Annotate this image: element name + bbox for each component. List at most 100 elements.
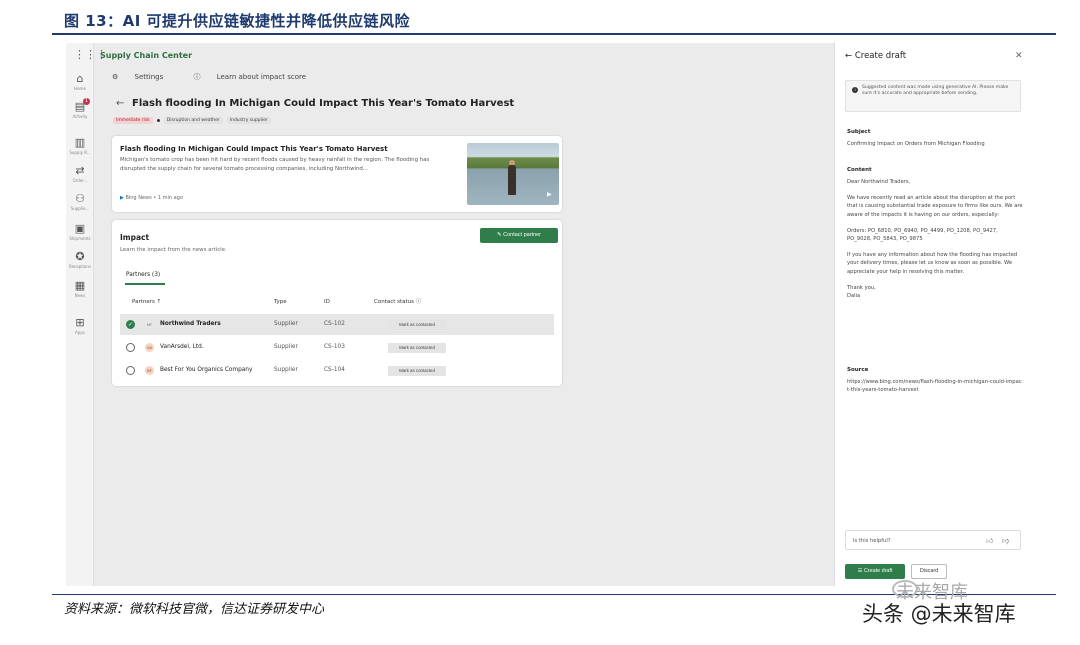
figure-title: 图 13：AI 可提升供应链敏捷性并降低供应链风险 bbox=[64, 12, 411, 30]
table-row[interactable]: BF Best For You Organics Company Supplie… bbox=[120, 360, 554, 381]
watermark: 头条 @未来智库 bbox=[862, 602, 1016, 626]
col-contact-status[interactable]: Contact status ⓘ bbox=[374, 297, 421, 307]
settings-row: ⚙ Settings ⓘ Learn about impact score bbox=[112, 72, 334, 82]
source-url[interactable]: https://www.bing.com/news/flash-flooding… bbox=[847, 378, 1023, 394]
col-partners[interactable]: Partners ↑ bbox=[132, 297, 161, 307]
news-card[interactable]: Flash flooding In Michigan Could Impact … bbox=[112, 136, 562, 212]
impact-subtitle: Learn the impact from the news article. bbox=[120, 247, 227, 253]
avatar: BF bbox=[145, 366, 154, 375]
partner-type: Supplier bbox=[274, 321, 298, 327]
subject-value[interactable]: Confirming Impact on Orders from Michiga… bbox=[847, 140, 1023, 148]
rail-item-suppliers[interactable]: ⚇ Supplie... bbox=[66, 192, 94, 212]
app-title: Supply Chain Center bbox=[100, 51, 193, 60]
app-screenshot: ⋮⋮⋮ ⌂ Home ▤ 1 Activity ▥ Supply R... ⇄ … bbox=[66, 43, 1036, 586]
supplier-icon: ⚇ bbox=[75, 192, 85, 205]
source-label: Source bbox=[847, 367, 869, 373]
contact-partner-button[interactable]: ✎ Contact partner bbox=[480, 228, 558, 243]
table-row[interactable]: VA VanArsdel, Ltd. Supplier CS-103 Mark … bbox=[120, 337, 554, 358]
ai-disclaimer: i Suggested content was made using gener… bbox=[845, 80, 1021, 112]
feedback-box: Is this helpful? 👍︎ 👎︎ bbox=[845, 530, 1021, 550]
avatar: NT bbox=[145, 320, 154, 329]
partner-name: VanArsdel, Ltd. bbox=[160, 344, 204, 350]
home-icon: ⌂ bbox=[76, 72, 84, 85]
app-bar: Supply Chain Center bbox=[94, 43, 834, 67]
partner-id: CS-102 bbox=[324, 321, 345, 327]
nav-rail: ⋮⋮⋮ ⌂ Home ▤ 1 Activity ▥ Supply R... ⇄ … bbox=[66, 43, 107, 586]
signature: Dalia bbox=[847, 293, 861, 300]
impact-title: Impact bbox=[120, 233, 150, 242]
content-paragraph: If you have any information about how th… bbox=[847, 252, 1018, 275]
mark-contacted-button[interactable]: Mark as contacted bbox=[388, 320, 446, 330]
helpful-prompt: Is this helpful? bbox=[853, 538, 891, 544]
activity-badge: 1 bbox=[83, 98, 90, 105]
discard-button[interactable]: Discard bbox=[911, 564, 947, 579]
mark-contacted-button[interactable]: Mark as contacted bbox=[388, 366, 446, 376]
create-draft-button[interactable]: ☰ Create draft bbox=[845, 564, 905, 579]
content-body[interactable]: Dear Northwind Traders, We have recently… bbox=[847, 178, 1023, 308]
col-type[interactable]: Type bbox=[274, 297, 287, 307]
report-page: 图 13：AI 可提升供应链敏捷性并降低供应链风险 ⋮⋮⋮ ⌂ Home ▤ 1… bbox=[0, 0, 1080, 645]
tag-separator bbox=[156, 119, 160, 122]
impact-score-link[interactable]: ⓘ Learn about impact score bbox=[193, 73, 320, 81]
news-thumbnail[interactable]: ▶ bbox=[467, 143, 559, 205]
news-icon: ▦ bbox=[74, 279, 86, 292]
avatar: VA bbox=[145, 343, 154, 352]
rail-item-apps[interactable]: ⊞ Apps bbox=[66, 316, 94, 336]
top-rule bbox=[52, 33, 1056, 35]
apps-icon: ⊞ bbox=[75, 316, 85, 329]
orders-list: Orders: PO_6810, PO_6940, PO_4499, PO_12… bbox=[847, 227, 998, 243]
reception-icon: ✪ bbox=[75, 250, 85, 263]
rail-item-news[interactable]: ▦ News bbox=[66, 279, 94, 299]
partner-name: Northwind Traders bbox=[160, 321, 221, 327]
panel-header: ← Create draft bbox=[845, 51, 907, 61]
partner-id: CS-103 bbox=[324, 344, 345, 350]
row-radio[interactable] bbox=[126, 366, 135, 375]
back-arrow-icon[interactable]: ← bbox=[116, 98, 124, 109]
news-snippet: Michigan's tomato crop has been hit hard… bbox=[120, 157, 430, 172]
rail-item-orders[interactable]: ⇄ Order... bbox=[66, 164, 94, 184]
source-note: 资料来源：微软科技官微，信达证券研发中心 bbox=[64, 602, 325, 617]
table-header: Partners ↑ Type ID Contact status ⓘ bbox=[120, 297, 554, 307]
create-draft-panel: ← Create draft ✕ i Suggested content was… bbox=[834, 43, 1036, 586]
tab-partners[interactable]: Partners (3) bbox=[126, 272, 160, 278]
thumbs-up-icon[interactable]: 👍︎ bbox=[986, 531, 993, 551]
settings-link[interactable]: ⚙ Settings bbox=[112, 73, 177, 81]
waffle-menu[interactable]: ⋮⋮⋮ bbox=[66, 48, 107, 61]
impact-card: Impact Learn the impact from the news ar… bbox=[112, 220, 562, 386]
thumbnail-person bbox=[508, 165, 516, 195]
bars-icon: ▥ bbox=[74, 136, 86, 149]
tag-immediate-risk: Immediate risk bbox=[113, 117, 153, 124]
close-icon[interactable]: ✕ bbox=[1015, 51, 1023, 61]
rail-item-activity[interactable]: ▤ 1 Activity bbox=[66, 98, 94, 119]
rail-item-shipments[interactable]: ▣ Shipments bbox=[66, 222, 94, 242]
info-icon: ⓘ bbox=[193, 73, 203, 81]
subject-label: Subject bbox=[847, 129, 871, 135]
gear-icon: ⚙ bbox=[112, 73, 121, 81]
col-id[interactable]: ID bbox=[324, 297, 330, 307]
row-radio[interactable] bbox=[126, 343, 135, 352]
table-row[interactable]: ✓ NT Northwind Traders Supplier CS-102 M… bbox=[120, 314, 554, 335]
shipment-icon: ▣ bbox=[74, 222, 86, 235]
mark-contacted-button[interactable]: Mark as contacted bbox=[388, 343, 446, 353]
rail-item-receptions[interactable]: ✪ Receptions bbox=[66, 250, 94, 270]
tab-underline bbox=[125, 283, 165, 285]
news-source: ▶ Bing News • 1 min ago bbox=[120, 195, 183, 201]
partner-type: Supplier bbox=[274, 344, 298, 350]
partner-id: CS-104 bbox=[324, 367, 345, 373]
waffle-icon: ⋮⋮⋮ bbox=[74, 48, 107, 61]
info-icon: i bbox=[852, 87, 858, 93]
news-title: Flash flooding In Michigan Could Impact … bbox=[120, 145, 388, 153]
back-arrow-icon[interactable]: ← bbox=[845, 51, 855, 61]
rail-item-supply-risk[interactable]: ▥ Supply R... bbox=[66, 136, 94, 156]
orders-icon: ⇄ bbox=[75, 164, 85, 177]
tag-disruption: Disruption and weather bbox=[163, 117, 223, 124]
signoff: Thank you, bbox=[847, 284, 876, 291]
content-label: Content bbox=[847, 167, 872, 173]
tag-industry-supplier: Industry supplier bbox=[226, 117, 271, 124]
greeting: Dear Northwind Traders, bbox=[847, 179, 911, 185]
row-radio-selected[interactable]: ✓ bbox=[126, 320, 135, 329]
content-paragraph: We have recently read an article about t… bbox=[847, 195, 1023, 218]
rail-item-home[interactable]: ⌂ Home bbox=[66, 72, 94, 92]
thumbs-down-icon[interactable]: 👎︎ bbox=[1002, 531, 1009, 551]
play-icon: ▶ bbox=[547, 191, 552, 198]
